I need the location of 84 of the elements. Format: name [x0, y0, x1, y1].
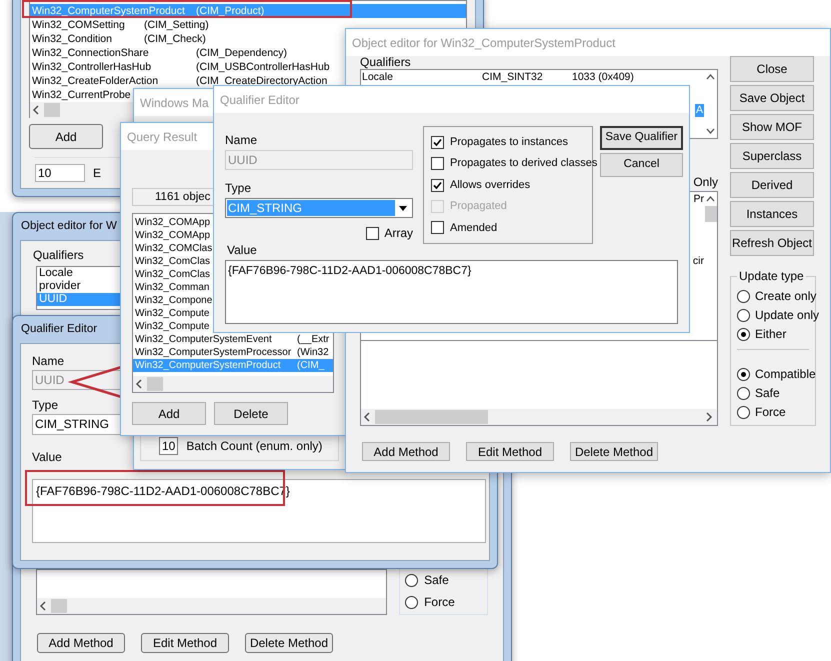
radio-label: Force [424, 594, 455, 611]
checkbox[interactable] [431, 136, 444, 149]
checkbox-label: Allows overrides [450, 178, 530, 193]
radio-label: Force [755, 405, 786, 419]
group-label: Update type [737, 269, 806, 283]
radio-button[interactable] [737, 406, 750, 418]
scroll-thumb[interactable] [44, 103, 60, 117]
batch-count-field[interactable]: 10 [159, 437, 178, 455]
scroll-up-icon[interactable] [706, 74, 715, 80]
list-item[interactable]: Win32_ComputerSystemEvent (__Extr [133, 333, 333, 346]
window-title: Qualifier Editor [220, 92, 300, 108]
window-title: Query Result [127, 128, 198, 146]
checkbox-label: Amended [450, 220, 498, 236]
button[interactable]: Add [29, 124, 103, 149]
list-item[interactable]: Win32_ComputerSystemProcessor (Win32 [133, 346, 333, 359]
button[interactable]: Delete [214, 402, 288, 425]
checkbox[interactable] [431, 178, 444, 192]
checkbox[interactable] [431, 157, 444, 170]
value-label: Value [32, 451, 62, 463]
radio-button[interactable] [737, 368, 750, 380]
button[interactable]: Show MOF [730, 114, 814, 140]
name-field: UUID [225, 150, 413, 170]
type-label: Type [32, 398, 58, 412]
checkbox-label: Propagates to instances [450, 135, 568, 150]
column-header: Only [693, 174, 718, 191]
checkbox-label: Array [384, 225, 413, 242]
scroll-thumb[interactable] [147, 377, 163, 391]
value-label: Value [227, 243, 257, 257]
batch-count-label: E [93, 165, 102, 182]
radio-label: Safe [755, 386, 780, 400]
radio-button[interactable] [737, 308, 750, 322]
button[interactable]: Edit Method [466, 442, 554, 461]
checkmark-icon [433, 138, 442, 147]
checkbox-label: Propagates to derived classes [450, 156, 598, 172]
button[interactable]: Instances [730, 201, 814, 227]
list-item[interactable]: cir [692, 255, 704, 268]
button[interactable]: Cancel [600, 153, 683, 177]
radio-button[interactable] [737, 328, 750, 340]
checkmark-icon [433, 180, 442, 190]
button[interactable]: Edit Method [141, 633, 229, 653]
batch-count-label: Batch Count (enum. only) [186, 438, 322, 455]
qualifiers-label: Qualifiers [360, 56, 411, 69]
window-title: Windows Ma [140, 94, 209, 112]
checkbox[interactable] [431, 221, 444, 234]
button[interactable]: Save Object [730, 85, 814, 111]
window-title: Object editor for W [21, 218, 117, 234]
name-label: Name [32, 354, 64, 368]
button[interactable]: Add [132, 402, 206, 425]
button[interactable]: Derived [730, 172, 814, 198]
button[interactable]: Close [730, 56, 814, 82]
radio-button[interactable] [405, 596, 418, 608]
scroll-up-icon[interactable] [706, 196, 715, 202]
radio-label: Update only [755, 308, 820, 322]
radio-button[interactable] [737, 290, 750, 302]
radio-label: Safe [424, 572, 449, 589]
button[interactable]: Delete Method [570, 442, 658, 461]
button[interactable]: Delete Method [245, 633, 333, 653]
radio-label: Either [755, 327, 786, 341]
button[interactable]: Add Method [37, 633, 125, 653]
window-title: Object editor for Win32_ComputerSystemProduct [352, 34, 616, 52]
radio-button[interactable] [405, 574, 418, 586]
list-item[interactable]: Locale CIM_SINT32 1033 (0x409) [361, 71, 704, 84]
list-item[interactable]: Pr [694, 193, 704, 206]
radio-label: Create only [755, 289, 816, 303]
button[interactable]: Add Method [362, 442, 450, 461]
checkbox[interactable] [366, 226, 380, 240]
batch-count-field[interactable]: 10 [35, 164, 85, 182]
qualifiers-label: Qualifiers [33, 247, 84, 264]
scroll-thumb[interactable] [375, 410, 488, 424]
horizontal-scrollbar[interactable] [37, 598, 386, 614]
horizontal-scrollbar[interactable] [133, 376, 333, 392]
scroll-thumb[interactable] [51, 599, 67, 613]
name-label: Name [225, 133, 258, 147]
value-field[interactable]: {FAF76B96-798C-11D2-AAD1-006008C78BC7} [225, 260, 678, 324]
button[interactable]: Superclass [730, 143, 814, 169]
radio-label: Compatible [755, 367, 816, 381]
button[interactable]: Refresh Object [730, 230, 814, 256]
scroll-thumb[interactable] [704, 206, 716, 222]
scroll-down-icon[interactable] [706, 128, 715, 134]
list-item[interactable]: Win32_COMSetting (CIM_Setting) [30, 18, 466, 32]
checkbox-label: Propagated [450, 199, 507, 214]
button[interactable]: Save Qualifier [600, 126, 683, 150]
radio-button[interactable] [737, 386, 750, 400]
window-title: Qualifier Editor [21, 322, 98, 337]
